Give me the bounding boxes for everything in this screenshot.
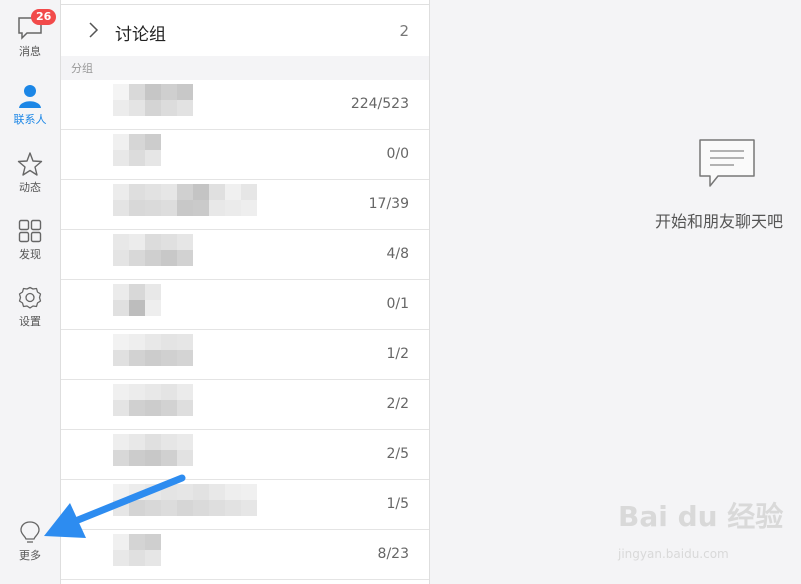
group-online-count: 0/1 [386, 296, 409, 312]
empty-chat-text: 开始和朋友聊天吧 [655, 212, 784, 231]
contacts-panel: 讨论组 2 分组 224/523 0/0 17/39 4/8 0/1 1/2 2… [61, 0, 430, 584]
empty-chat-icon [699, 139, 755, 187]
blurred-group-name [113, 334, 193, 374]
group-row[interactable]: 0/0 [61, 130, 429, 180]
group-online-count: 8/23 [377, 546, 409, 562]
person-icon [19, 85, 41, 108]
nav-discover[interactable]: 发现 [0, 219, 60, 262]
group-online-count: 2/2 [386, 396, 409, 412]
discussion-group-title: 讨论组 [115, 25, 166, 45]
blurred-group-name [113, 234, 193, 274]
nav-messages[interactable]: 26 消息 [0, 9, 60, 59]
group-online-count: 4/8 [386, 246, 409, 262]
nav-messages-label: 消息 [19, 45, 41, 58]
section-header: 分组 [61, 56, 429, 80]
group-row[interactable]: 224/523 [61, 80, 429, 130]
discussion-group-count: 2 [399, 22, 409, 40]
group-online-count: 2/5 [386, 446, 409, 462]
watermark-logo: Bai du 经验 [618, 500, 784, 533]
nav-settings[interactable]: 设置 [0, 286, 60, 329]
blurred-group-name [113, 84, 193, 124]
blurred-group-name [113, 134, 161, 174]
group-online-count: 0/0 [386, 146, 409, 162]
grid-icon [18, 219, 42, 243]
group-list: 224/523 0/0 17/39 4/8 0/1 1/2 2/2 2/5 1/… [61, 80, 429, 580]
nav-feed[interactable]: 动态 [0, 152, 60, 195]
nav-more[interactable]: 更多 [0, 520, 60, 563]
lightbulb-icon [20, 521, 40, 543]
nav-discover-label: 发现 [19, 248, 41, 261]
sidebar: 26 消息 联系人 动态 发现 设置 更多 [0, 0, 61, 584]
unread-badge: 26 [31, 9, 57, 25]
discussion-group-row[interactable]: 讨论组 2 [61, 4, 429, 58]
section-label: 分组 [71, 62, 93, 75]
blurred-group-name [113, 534, 161, 574]
nav-contacts[interactable]: 联系人 [0, 84, 60, 127]
nav-settings-label: 设置 [19, 315, 41, 328]
blurred-group-name [113, 384, 193, 424]
group-online-count: 1/2 [386, 346, 409, 362]
group-row[interactable]: 17/39 [61, 180, 429, 230]
group-row[interactable]: 8/23 [61, 530, 429, 580]
nav-feed-label: 动态 [19, 181, 41, 194]
chat-area: 开始和朋友聊天吧 Bai du 经验 jingyan.baidu.com [430, 0, 801, 584]
group-row[interactable]: 0/1 [61, 280, 429, 330]
gear-icon [18, 286, 42, 309]
blurred-group-name [113, 284, 161, 324]
group-row[interactable]: 4/8 [61, 230, 429, 280]
nav-more-label: 更多 [19, 549, 41, 562]
group-row[interactable]: 2/2 [61, 380, 429, 430]
watermark-url: jingyan.baidu.com [618, 547, 729, 561]
group-online-count: 17/39 [368, 196, 409, 212]
blurred-group-name [113, 184, 257, 224]
star-icon [17, 152, 43, 176]
group-online-count: 224/523 [350, 96, 409, 112]
chevron-right-icon [89, 22, 99, 38]
group-row[interactable]: 1/2 [61, 330, 429, 380]
group-online-count: 1/5 [386, 496, 409, 512]
nav-contacts-label: 联系人 [13, 113, 47, 126]
group-row[interactable]: 1/5 [61, 480, 429, 530]
blurred-group-name [113, 484, 257, 524]
blurred-group-name [113, 434, 193, 474]
group-row[interactable]: 2/5 [61, 430, 429, 480]
